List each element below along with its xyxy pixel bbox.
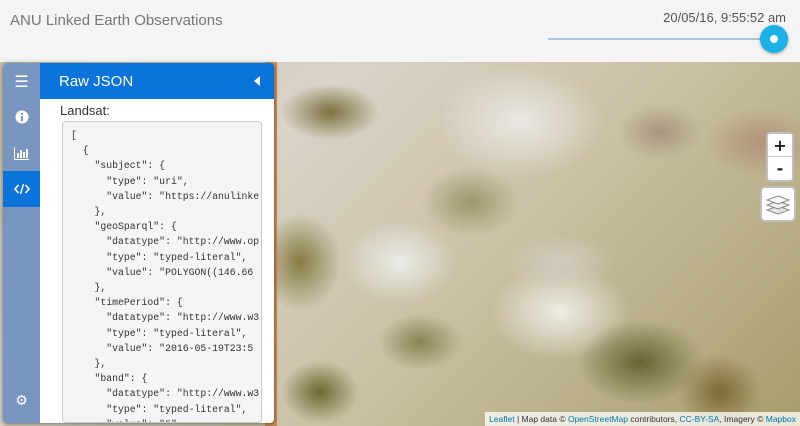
json-line: "geoSparql": {	[71, 221, 177, 233]
json-line: {	[71, 145, 89, 157]
time-slider-track[interactable]	[548, 38, 774, 40]
json-line: },	[71, 206, 107, 218]
zoom-in-button[interactable]: +	[768, 134, 792, 157]
sidebar-tabs: ☰ ⚙	[3, 63, 40, 423]
map-attribution: Leaflet | Map data © OpenStreetMap contr…	[485, 412, 800, 426]
json-code: [ { "subject": { "type": "uri", "value":…	[71, 128, 260, 422]
json-line: "datatype": "http://www.op	[71, 236, 260, 248]
json-line: "value": "5",	[71, 417, 259, 422]
gear-icon: ⚙	[15, 393, 28, 409]
json-line: "type": "typed-literal",	[71, 327, 248, 339]
raw-json-pane: Raw JSON Landsat: [ { "subject": { "type…	[40, 63, 274, 423]
bar-chart-icon	[14, 146, 29, 160]
json-line: "band": {	[71, 373, 148, 385]
tab-info[interactable]	[3, 99, 40, 135]
caret-left-icon[interactable]	[250, 73, 264, 89]
attribution-text: contributors,	[627, 414, 680, 424]
tab-chart[interactable]	[3, 135, 40, 171]
app-header: ANU Linked Earth Observations 20/05/16, …	[0, 0, 800, 62]
json-line: "type": "typed-literal",	[71, 251, 248, 263]
leaflet-link[interactable]: Leaflet	[489, 414, 515, 424]
attribution-text: , Imagery ©	[719, 414, 766, 424]
time-readout: 20/05/16, 9:55:52 am	[663, 10, 786, 25]
pane-title: Raw JSON	[59, 73, 134, 90]
json-line: "value": "2016-05-19T23:5	[71, 342, 254, 354]
mapbox-link[interactable]: Mapbox	[766, 414, 796, 424]
layers-button[interactable]	[760, 186, 796, 222]
json-line: "datatype": "http://www.w3	[71, 312, 260, 324]
sidebar: ☰ ⚙ Raw JSON Landsat: [{"subject": {"…	[3, 63, 274, 423]
app-title: ANU Linked Earth Observations	[10, 12, 223, 29]
tab-menu[interactable]: ☰	[3, 63, 40, 99]
code-icon	[13, 183, 30, 195]
openstreetmap-link[interactable]: OpenStreetMap	[568, 414, 628, 424]
attribution-text: | Map data ©	[514, 414, 568, 424]
json-line: [	[71, 130, 77, 141]
time-slider-handle[interactable]	[760, 25, 788, 53]
json-line: },	[71, 358, 107, 370]
license-link[interactable]: CC-BY-SA	[679, 414, 719, 424]
landsat-label: Landsat:	[60, 103, 110, 118]
raw-json-viewer[interactable]: [ { "subject": { "type": "uri", "value":…	[62, 121, 262, 423]
menu-icon: ☰	[14, 71, 29, 91]
json-line: "subject": {	[71, 160, 166, 172]
json-line: "type": "typed-literal",	[71, 403, 248, 415]
zoom-out-button[interactable]: -	[768, 157, 792, 180]
info-icon	[15, 110, 28, 124]
zoom-control: + -	[766, 132, 794, 182]
tab-raw-json[interactable]	[3, 171, 40, 207]
json-line: "timePeriod": {	[71, 297, 183, 309]
tab-settings[interactable]: ⚙	[3, 383, 40, 419]
json-line: "datatype": "http://www.w3	[71, 388, 260, 400]
pane-header: Raw JSON	[40, 63, 274, 99]
json-line: "type": "uri",	[71, 175, 189, 187]
json-line: },	[71, 282, 107, 294]
layers-icon	[765, 195, 791, 215]
json-line: "value": "POLYGON((146.66	[71, 266, 254, 278]
json-line: "value": "https://anulinke	[71, 190, 260, 202]
